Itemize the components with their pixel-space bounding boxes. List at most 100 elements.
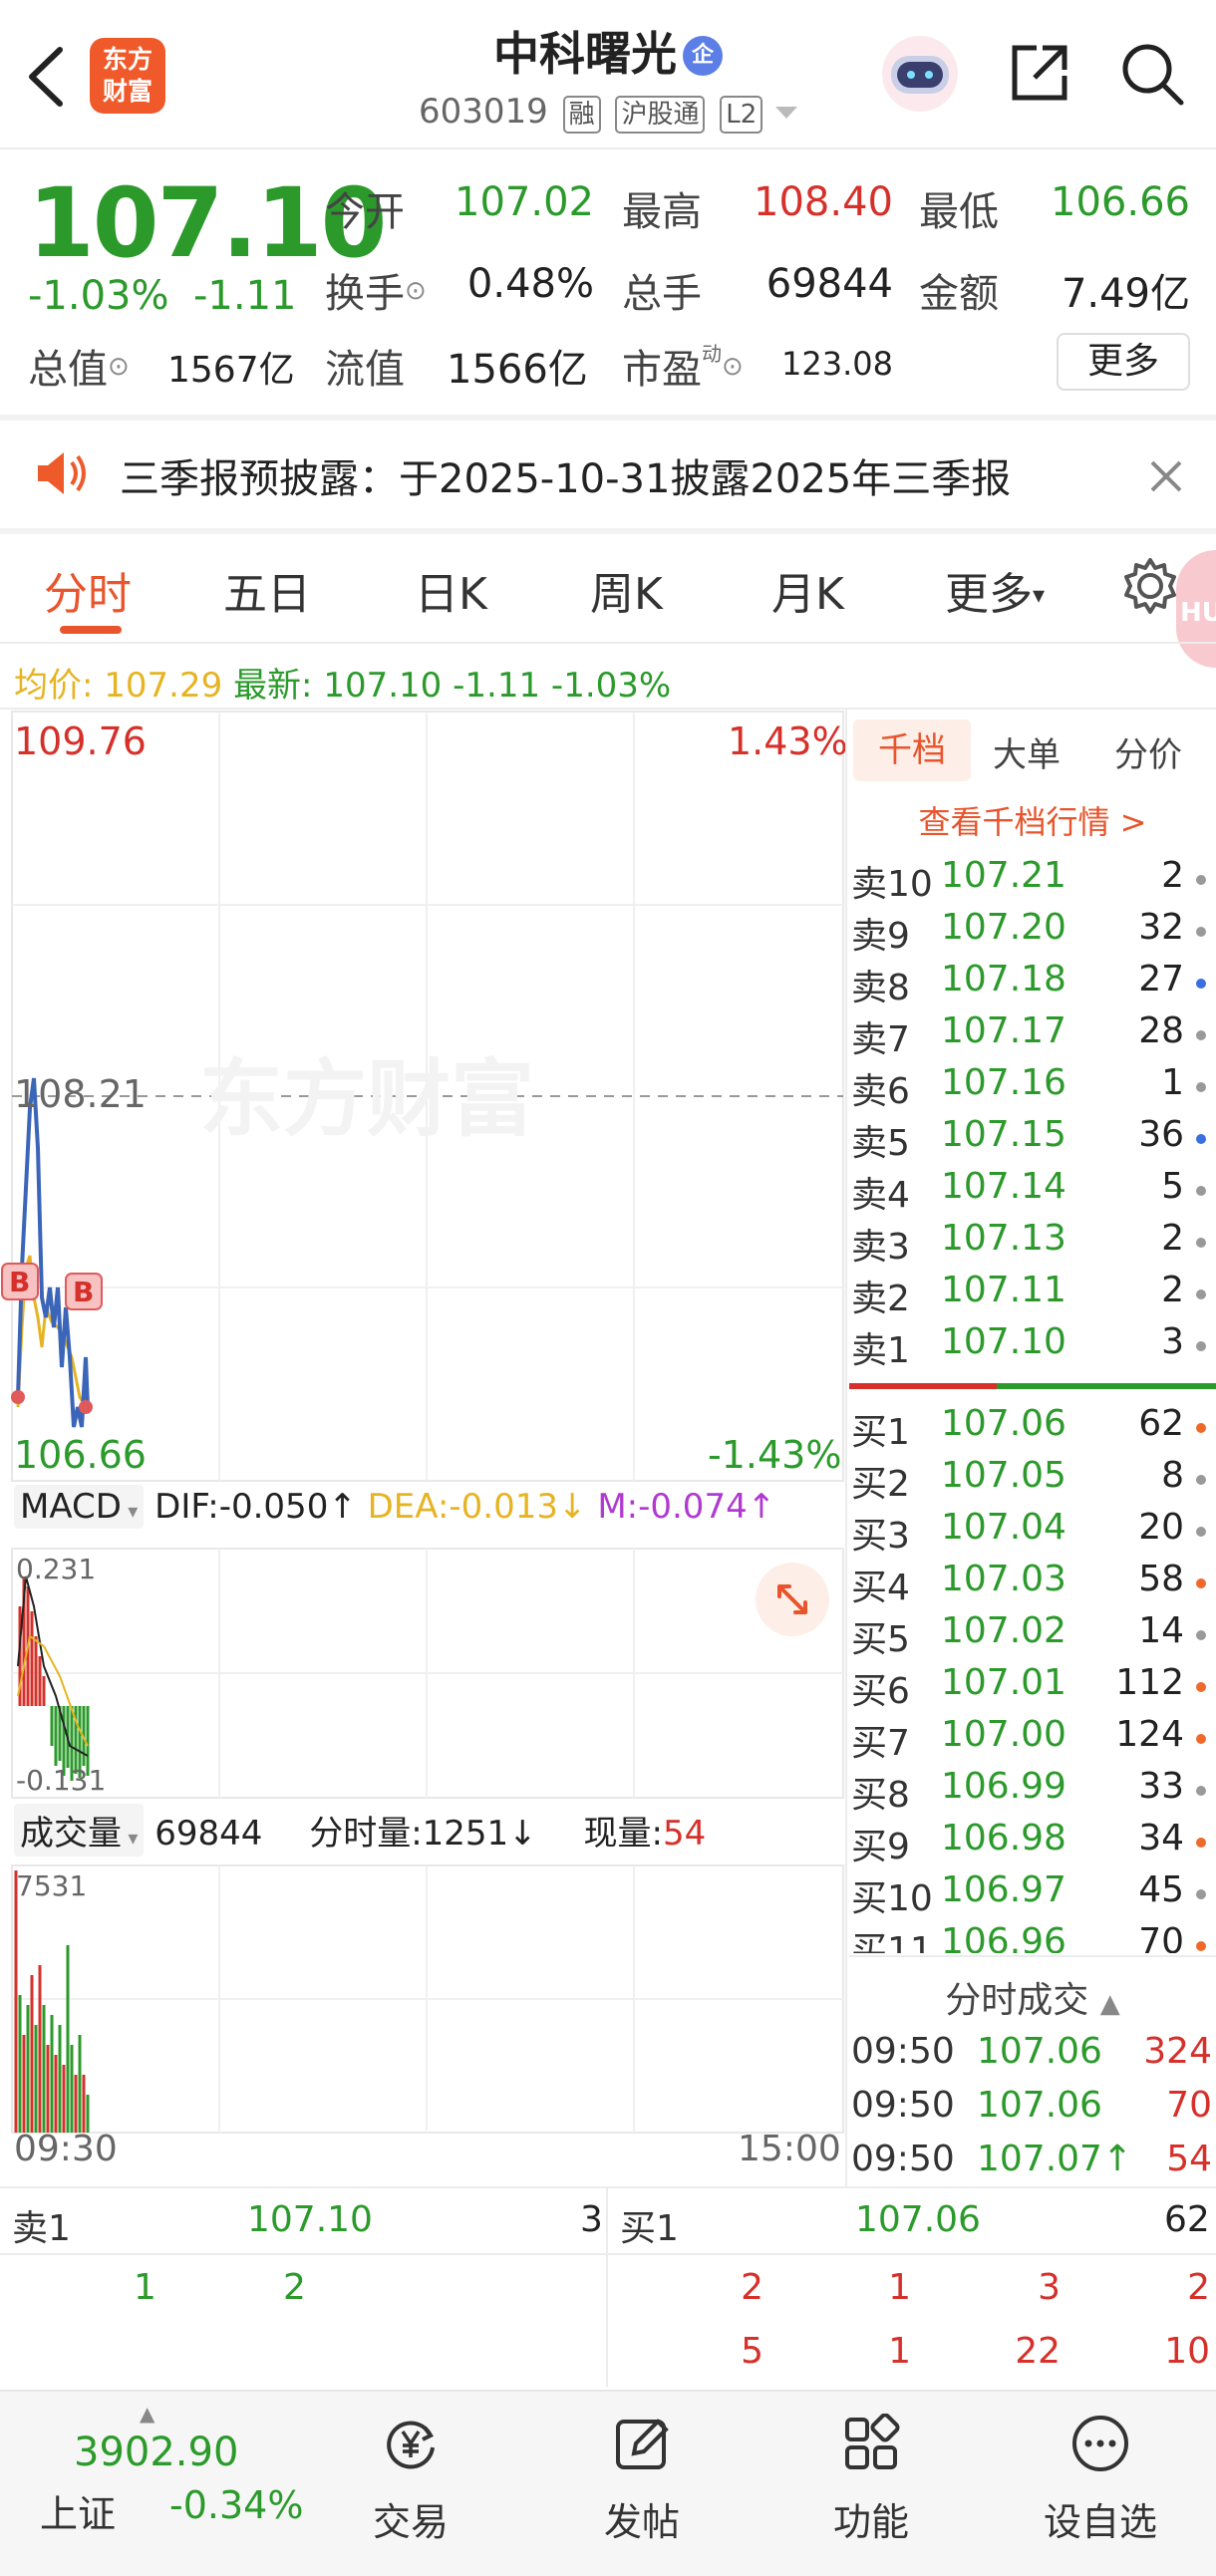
buy-row[interactable]: 买1 107.06 62 [849,1403,1216,1455]
order-volume: 34 [1138,1818,1184,1859]
order-dot [1196,1630,1206,1640]
tick-volume: 70 [1166,2085,1212,2126]
strip-buy-vol: 62 [1164,2199,1210,2240]
order-dot [1196,1734,1206,1744]
tick-price: 107.07↑ [977,2139,1133,2179]
order-volume: 33 [1138,1766,1184,1807]
tick-row: 09:50 107.06 70 [849,2085,1216,2137]
buy-queue-item: 1 [888,2331,911,2372]
order-volume: 20 [1138,1507,1184,1548]
bottom-nav: ▲ 3902.90 上证 -0.34% 交易 发帖 功能 设自选 [0,2390,1216,2576]
nav-post[interactable]: 发帖 [562,2392,722,2576]
order-price: 106.98 [941,1818,1066,1859]
order-dot [1196,1682,1206,1692]
tick-volume: 324 [1143,2031,1212,2072]
index-pct: -0.34% [169,2483,304,2527]
tick-price: 107.06 [977,2031,1102,2072]
index-name: 上证 [40,2492,117,2536]
buy-row[interactable]: 买7 107.00 124 [849,1714,1216,1766]
strip-sell-price: 107.10 [247,2199,373,2240]
order-volume: 58 [1138,1559,1184,1599]
order-price: 107.02 [941,1610,1066,1651]
order-dot [1196,1889,1206,1899]
buy-row[interactable]: 买6 107.01 112 [849,1662,1216,1714]
order-price: 106.99 [941,1766,1066,1807]
expand-up-icon: ▲ [140,2402,155,2426]
order-price: 106.97 [941,1869,1066,1910]
order-price: 107.04 [941,1507,1066,1548]
buy-queue-item: 5 [741,2331,763,2372]
order-side: 买11 [851,1930,933,1953]
buy-queue-item: 1 [888,2267,911,2308]
order-side: 买7 [851,1723,910,1764]
strip-sell-queue-2: 2 [283,2267,306,2308]
index-ticker[interactable]: ▲ 3902.90 上证 -0.34% [40,2402,303,2571]
order-dot [1196,1527,1206,1537]
order-side: 买6 [851,1671,910,1712]
order-price: 107.06 [941,1403,1066,1444]
buy-row[interactable]: 买3 107.04 20 [849,1507,1216,1559]
order-dot [1196,1423,1206,1433]
tick-volume: 54 [1166,2139,1212,2179]
buy-row[interactable]: 买5 107.02 14 [849,1610,1216,1662]
buy-queue-item: 10 [1164,2331,1210,2372]
strip-buy-label: 买1 [620,2208,679,2249]
time-start: 09:30 [14,2129,118,2169]
yen-cycle-icon [387,2421,435,2469]
order-side: 买4 [851,1568,910,1608]
buy-orders: 买1 107.06 62 买2 107.05 8 买3 107.04 20 买4 107.03 58 买… [0,0,1216,1953]
order-side: 买5 [851,1619,910,1660]
order-side: 买2 [851,1464,910,1505]
buy-row[interactable]: 买10 106.97 45 [849,1869,1216,1921]
edit-icon [616,2419,669,2469]
buy-row[interactable]: 买8 106.99 33 [849,1766,1216,1818]
strip-buy-price: 107.06 [855,2199,981,2240]
tick-trades-header[interactable]: 分时成交 ▲ [849,1971,1216,2023]
tick-time: 09:50 [851,2139,955,2179]
buy-row[interactable]: 买9 106.98 34 [849,1818,1216,1869]
strip-sell-queue-1: 1 [134,2267,156,2308]
strip-sell-label: 卖1 [12,2208,71,2249]
order-price: 107.01 [941,1662,1066,1703]
order-volume: 70 [1138,1921,1184,1953]
tick-price: 107.06 [977,2085,1102,2126]
order-dot [1196,1838,1206,1848]
nav-trade[interactable]: 交易 [331,2392,490,2576]
order-price: 107.05 [941,1455,1066,1496]
strip-sell-vol: 3 [580,2199,603,2240]
order-dot [1196,1941,1206,1951]
buy-queue-item: 2 [741,2267,763,2308]
order-dot [1196,1475,1206,1485]
order-dot [1196,1786,1206,1796]
order-price: 106.96 [941,1921,1066,1953]
more-dots-icon [1072,2416,1128,2471]
buy-row[interactable]: 买11 106.96 70 [849,1921,1216,1953]
order-side: 买3 [851,1516,910,1557]
order-volume: 124 [1115,1714,1184,1755]
order-volume: 62 [1138,1403,1184,1444]
order-volume: 14 [1138,1610,1184,1651]
collapse-icon: ▲ [1099,1989,1120,2019]
order-price: 107.00 [941,1714,1066,1755]
nav-add-watchlist[interactable]: 设自选 [1021,2392,1180,2576]
time-end: 15:00 [738,2129,841,2169]
nav-functions[interactable]: 功能 [791,2392,951,2576]
level1-strip: 卖1 107.10 3 买1 107.06 62 1 2 2 1 3 2 5 1 22 10 [0,2187,1216,2387]
buy-queue-item: 2 [1187,2267,1210,2308]
order-volume: 45 [1138,1869,1184,1910]
order-side: 买10 [851,1878,933,1919]
index-value: 3902.90 [74,2430,239,2475]
buy-row[interactable]: 买4 107.03 58 [849,1559,1216,1610]
buy-queue-item: 3 [1038,2267,1061,2308]
order-price: 107.03 [941,1559,1066,1599]
order-side: 买1 [851,1412,910,1453]
grid-icon [845,2414,900,2469]
order-volume: 112 [1115,1662,1184,1703]
order-volume: 8 [1161,1455,1184,1496]
buy-row[interactable]: 买2 107.05 8 [849,1455,1216,1507]
tick-row: 09:50 107.07↑ 54 [849,2139,1216,2190]
tick-time: 09:50 [851,2031,955,2072]
buy-queue-item: 22 [1015,2331,1061,2372]
tick-row: 09:50 107.06 324 [849,2031,1216,2083]
tick-time: 09:50 [851,2085,955,2126]
